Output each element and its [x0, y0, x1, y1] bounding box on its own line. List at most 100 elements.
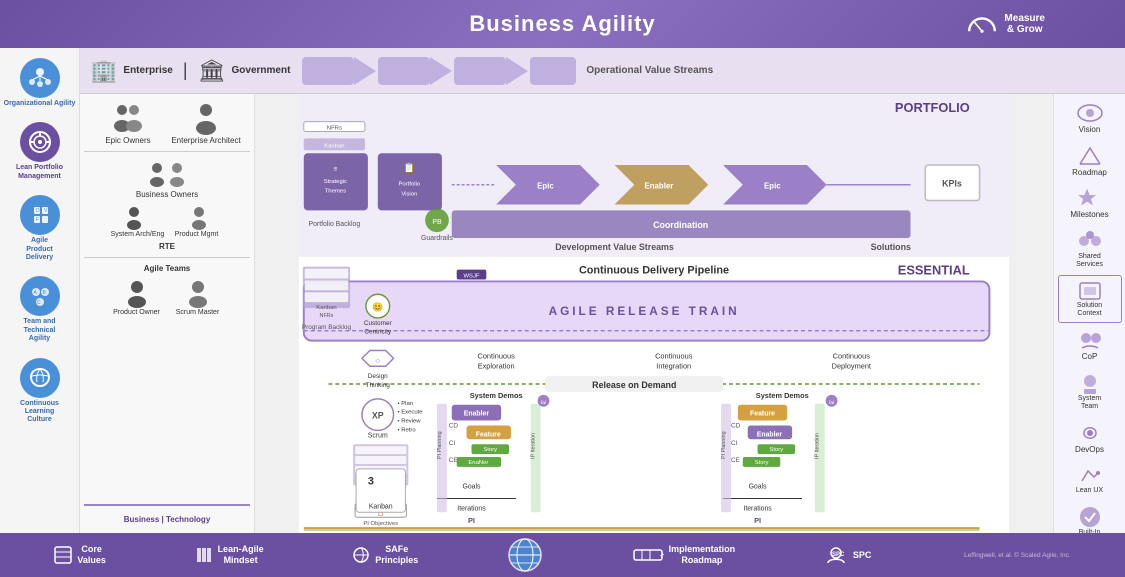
- divider-icon: |: [183, 60, 188, 81]
- product-mgmt-label: Product Mgmt: [175, 231, 219, 238]
- right-item-cop[interactable]: CoP: [1056, 324, 1124, 366]
- svg-text:CD: CD: [449, 422, 459, 429]
- svg-text:Continuous: Continuous: [833, 351, 871, 360]
- svg-text:WSJF: WSJF: [463, 273, 479, 279]
- measure-grow-label: Measure& Grow: [1004, 13, 1045, 35]
- svg-text:Iterations: Iterations: [457, 505, 486, 512]
- svg-text:Design: Design: [368, 373, 388, 380]
- agile-teams-label: Agile Teams: [144, 264, 191, 273]
- svg-text:≡: ≡: [333, 166, 337, 173]
- impl-roadmap-label: Implementation Roadmap: [669, 544, 736, 566]
- svg-text:System Demos: System Demos: [756, 391, 809, 400]
- svg-text:Release on Demand: Release on Demand: [592, 380, 676, 390]
- svg-text:Enabler: Enabler: [644, 182, 673, 191]
- svg-text:Enabler: Enabler: [757, 431, 783, 438]
- svg-text:Exploration: Exploration: [478, 361, 515, 370]
- svg-text:Story: Story: [483, 447, 497, 453]
- sidebar-item-clc[interactable]: ContinuousLearningCulture: [2, 352, 78, 431]
- ops-label: Operational Value Streams: [586, 65, 713, 76]
- footer-safe-principles[interactable]: SAFe Principles: [352, 544, 418, 566]
- leffingwell-label: Leffingwell, et al. © Scaled Agile, Inc.: [964, 552, 1071, 559]
- portfolio-roles: Epic Owners Enterprise Architect: [84, 100, 250, 145]
- diagram-wrapper: PORTFOLIO ESSENTIAL ≡ Strategic Themes 📋: [255, 94, 1053, 533]
- right-item-shared-services[interactable]: SharedServices: [1056, 225, 1124, 274]
- clc-circle: [20, 358, 60, 398]
- gov-building-icon: 🏛: [198, 58, 226, 84]
- svg-text:Continuous: Continuous: [655, 351, 693, 360]
- right-item-built-in-quality[interactable]: Built-InQuality: [1056, 501, 1124, 533]
- svg-text:ESSENTIAL: ESSENTIAL: [898, 263, 970, 278]
- footer-core-values[interactable]: Core Values: [54, 544, 106, 566]
- main-container: Business Agility Measure& Grow: [0, 0, 1125, 577]
- sidebar-item-lpm[interactable]: Lean PortfolioManagement: [2, 116, 78, 187]
- left-sidebar: Organizational Agility Lean PortfolioMan…: [0, 48, 80, 533]
- svg-text:3: 3: [368, 476, 374, 488]
- svg-text:Kanban: Kanban: [369, 503, 393, 510]
- svg-text:Themes: Themes: [325, 189, 346, 195]
- lpm-circle: [20, 122, 60, 162]
- svg-text:Scrum: Scrum: [368, 432, 388, 439]
- rte-label: RTE: [159, 242, 175, 251]
- right-item-system-team[interactable]: SystemTeam: [1056, 367, 1124, 416]
- rte-block: RTE: [84, 242, 250, 251]
- biz-tech-footer: Business | Technology: [84, 504, 250, 527]
- svg-text:CE: CE: [731, 457, 740, 464]
- svg-text:Iterations: Iterations: [743, 505, 772, 512]
- right-item-milestones[interactable]: Milestones: [1056, 182, 1124, 224]
- svg-text:KPIs: KPIs: [942, 179, 962, 189]
- vision-label: Vision: [1079, 125, 1101, 135]
- svg-text:Customer: Customer: [364, 320, 393, 327]
- svg-text:Continuous: Continuous: [478, 351, 516, 360]
- svg-text:📋: 📋: [403, 162, 415, 174]
- footer-lean-agile[interactable]: Lean-Agile Mindset: [195, 544, 264, 566]
- svg-text:SPC: SPC: [832, 552, 845, 558]
- header-bar: Business Agility Measure& Grow: [0, 0, 1125, 48]
- svg-text:F: F: [36, 217, 39, 223]
- diagram-area: Epic Owners Enterprise Architect: [80, 94, 1125, 533]
- right-item-roadmap[interactable]: Roadmap: [1056, 140, 1124, 182]
- right-item-lean-ux[interactable]: Lean UX: [1056, 459, 1124, 499]
- right-item-solution-context[interactable]: SolutionContext: [1058, 275, 1122, 324]
- government-label: Government: [232, 65, 291, 76]
- svg-text:Guardrails: Guardrails: [421, 235, 453, 242]
- lean-agile-label: Lean-Agile Mindset: [218, 544, 264, 566]
- spc-label: SPC: [853, 550, 872, 560]
- svg-text:CI: CI: [731, 440, 738, 447]
- svg-text:Story: Story: [769, 447, 783, 453]
- svg-text:CE: CE: [449, 457, 458, 464]
- svg-text:Program Backlog: Program Backlog: [302, 324, 352, 331]
- svg-text:Portfolio Backlog: Portfolio Backlog: [309, 221, 361, 228]
- enterprise-gov-block: 🏢 Enterprise | 🏛 Government: [90, 58, 290, 84]
- footer-spc-globe[interactable]: [507, 537, 543, 573]
- right-item-vision[interactable]: Vision: [1056, 97, 1124, 139]
- system-arch-label: System Arch/Eng: [111, 231, 165, 238]
- sidebar-item-org-agility[interactable]: Organizational Agility: [2, 52, 78, 114]
- safe-principles-label: SAFe Principles: [375, 544, 418, 566]
- svg-text:Enabler: Enabler: [464, 411, 490, 418]
- product-owner-block: Product Owner: [109, 277, 164, 316]
- svg-text:NFRs: NFRs: [327, 126, 342, 132]
- svg-text:😊: 😊: [372, 302, 383, 312]
- product-mgmt-block: Product Mgmt: [169, 203, 224, 238]
- system-arch-block: System Arch/Eng: [110, 203, 165, 238]
- svg-text:PI Planning: PI Planning: [721, 431, 727, 459]
- sidebar-item-apd[interactable]: D V F AgileProductDelivery: [2, 189, 78, 268]
- svg-text:XP: XP: [372, 411, 384, 421]
- cop-label: CoP: [1082, 352, 1098, 362]
- svg-text:CI: CI: [449, 440, 456, 447]
- enterprise-architect-block: Enterprise Architect: [171, 100, 241, 145]
- sidebar-label-tta: Team andTechnicalAgility: [23, 318, 55, 343]
- sidebar-item-tta[interactable]: A B C Team andTechnicalAgility: [2, 270, 78, 349]
- footer-impl-roadmap[interactable]: Implementation Roadmap: [632, 544, 736, 566]
- sidebar-label-lpm: Lean PortfolioManagement: [16, 164, 63, 181]
- svg-text:Thinking: Thinking: [366, 382, 391, 389]
- ops-bar: 🏢 Enterprise | 🏛 Government: [80, 48, 1125, 94]
- svg-text:Strategic: Strategic: [324, 179, 347, 185]
- svg-text:IP Iteration: IP Iteration: [531, 433, 537, 459]
- business-owners-label: Business Owners: [136, 190, 198, 199]
- lean-ux-label: Lean UX: [1076, 487, 1103, 495]
- footer-spc[interactable]: SPC SPC: [824, 546, 872, 564]
- enterprise-label: Enterprise: [123, 65, 172, 76]
- svg-text:AGILE RELEASE TRAIN: AGILE RELEASE TRAIN: [549, 304, 740, 318]
- right-item-devops[interactable]: DevOps: [1056, 417, 1124, 459]
